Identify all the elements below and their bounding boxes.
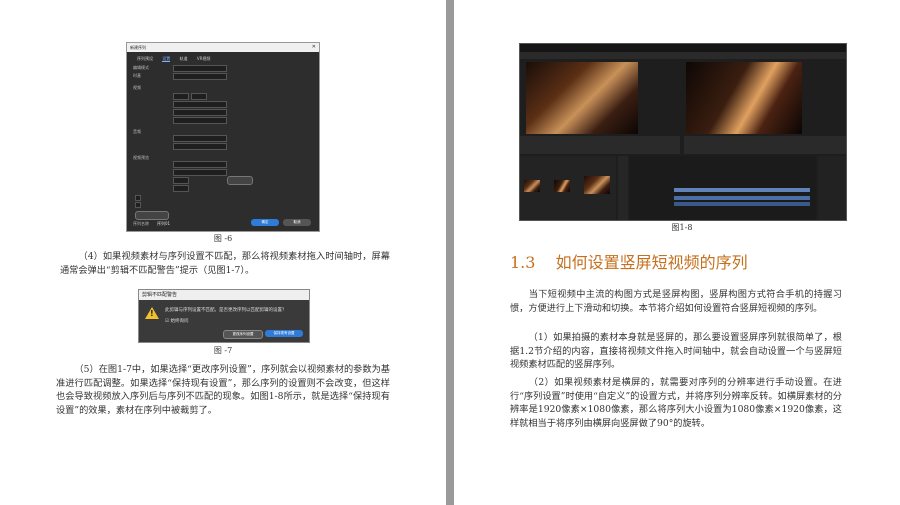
max-bit-depth-checkbox[interactable] (135, 195, 141, 201)
sequence-name-label: 序列名称 (133, 221, 149, 226)
linear-color-checkbox[interactable] (135, 202, 141, 208)
intro-paragraph: 当下短视频中主流的构图方式是竖屏构图，竖屏构图方式符合手机的持握习惯，方便进行上… (510, 288, 842, 315)
paragraph-2: （2）如果视频素材是横屏的，就需要对序列的分辨率进行手动设置。在进行“序列设置”… (510, 376, 842, 430)
top-menu-bar (520, 44, 846, 52)
project-clip-thumb-2[interactable] (554, 180, 570, 192)
tools-panel[interactable] (618, 156, 628, 220)
close-icon: ✕ (311, 44, 316, 50)
paragraph-1: （1）如果拍摄的素材本身就是竖屏的，那么要设置竖屏序列就很简单了，根据1.2节介… (510, 331, 842, 372)
intro-text: 当下短视频中主流的构图方式是竖屏构图，竖屏构图方式符合手机的持握习惯，方便进行上… (510, 289, 842, 314)
source-monitor-controls[interactable] (520, 136, 680, 154)
section-title: 如何设置竖屏短视频的序列 (555, 253, 748, 272)
warning-message: 此剪辑与序列设置不匹配。是否更改序列以匹配剪辑的设置？ (165, 308, 287, 313)
sequence-name-value[interactable]: 序列01 (157, 221, 170, 227)
section-audio: 音频 (133, 129, 141, 134)
keep-settings-button[interactable]: 保持现有设置 (265, 330, 303, 337)
always-ask-label: 始终询问 (170, 319, 189, 324)
premiere-workspace-screenshot (519, 43, 847, 221)
dialog-tabs: 序列预设 设置 轨道 VR视频 (137, 56, 218, 62)
paragraph-5-text: （5）在图1-7中，如果选择“更改序列设置”，序列就会以视频素材的参数为基准进行… (56, 364, 390, 416)
preview-width[interactable] (173, 177, 189, 184)
book-spread: 新建序列 ✕ 序列预设 设置 轨道 VR视频 编辑模式 时基 视频 音频 视频预… (0, 0, 900, 505)
always-ask-checkbox[interactable]: ☑ 始终询问 (165, 318, 188, 324)
tab-vr[interactable]: VR视频 (197, 56, 211, 61)
paragraph-4: （4）如果视频素材与序列设置不匹配，那么将视频素材拖入时间轴时，屏幕通常会弹出“… (60, 250, 390, 277)
tab-settings[interactable]: 设置 (162, 56, 171, 62)
project-clip-thumb-3[interactable] (584, 176, 610, 194)
ok-button[interactable]: 确定 (251, 219, 279, 226)
program-monitor-controls[interactable] (684, 136, 846, 154)
frame-size-height[interactable] (191, 93, 207, 100)
dialog-title: 新建序列 (127, 43, 319, 52)
timeline-audio-clip-2[interactable] (674, 202, 810, 206)
edit-mode-select[interactable] (173, 65, 227, 72)
audio-format-select[interactable] (173, 143, 227, 150)
panel-tabs-bar (520, 52, 846, 59)
paragraph-4-text: （4）如果视频素材与序列设置不匹配，那么将视频素材拖入时间轴时，屏幕通常会弹出“… (60, 251, 390, 276)
codec-select[interactable] (173, 169, 227, 176)
reset-button[interactable] (227, 176, 253, 185)
figure-7-caption: 图 -7 (213, 346, 233, 355)
tab-tracks[interactable]: 轨道 (180, 56, 188, 61)
timeline-video-clip[interactable] (674, 188, 810, 192)
right-page: 图1-8 1.3 如何设置竖屏短视频的序列 当下短视频中主流的构图方式是竖屏构图… (454, 0, 900, 505)
paragraph-1-text: （1）如果拍摄的素材本身就是竖屏的，那么要设置竖屏序列就很简单了，根据1.2节介… (510, 332, 842, 371)
section-timebase: 时基 (133, 73, 141, 78)
preview-format-select[interactable] (173, 161, 227, 168)
sample-rate-select[interactable] (173, 135, 227, 142)
paragraph-5: （5）在图1-7中，如果选择“更改序列设置”，序列就会以视频素材的参数为基准进行… (56, 363, 390, 417)
figure-6-caption: 图 -6 (213, 234, 233, 243)
section-heading: 1.3 如何设置竖屏短视频的序列 (510, 249, 748, 273)
program-monitor-image (686, 62, 802, 134)
pixel-aspect-select[interactable] (173, 101, 227, 108)
save-preset-button[interactable] (135, 211, 169, 220)
change-sequence-button[interactable]: 更改序列设置 (223, 330, 263, 339)
left-page: 新建序列 ✕ 序列预设 设置 轨道 VR视频 编辑模式 时基 视频 音频 视频预… (0, 0, 446, 505)
source-monitor-image (526, 62, 638, 134)
preview-height[interactable] (173, 185, 189, 192)
page-gutter (446, 0, 454, 505)
tab-presets[interactable]: 序列预设 (137, 56, 153, 61)
clip-mismatch-warning-dialog: 剪辑不匹配警告 ! 此剪辑与序列设置不匹配。是否更改序列以匹配剪辑的设置？ ☑ … (138, 289, 310, 343)
section-video: 视频 (133, 85, 141, 90)
sequence-settings-dialog: 新建序列 ✕ 序列预设 设置 轨道 VR视频 编辑模式 时基 视频 音频 视频预… (126, 42, 320, 232)
cancel-button[interactable]: 取消 (283, 219, 311, 226)
display-format-select[interactable] (173, 117, 227, 124)
section-video-preview: 视频预览 (133, 155, 149, 160)
timebase-select[interactable] (173, 73, 227, 80)
frame-size-width[interactable] (173, 93, 189, 100)
figure-8-caption: 图1-8 (671, 223, 693, 232)
timeline-audio-clip[interactable] (674, 196, 810, 200)
warning-dialog-title: 剪辑不匹配警告 (139, 290, 309, 300)
section-edit-mode: 编辑模式 (133, 65, 149, 70)
project-clip-thumb-1[interactable] (524, 180, 540, 192)
paragraph-2-text: （2）如果视频素材是横屏的，就需要对序列的分辨率进行手动设置。在进行“序列设置”… (510, 377, 842, 429)
exclamation-icon: ! (150, 309, 154, 318)
fields-select[interactable] (173, 109, 227, 116)
section-number: 1.3 (510, 253, 536, 272)
audio-meters (818, 156, 846, 220)
